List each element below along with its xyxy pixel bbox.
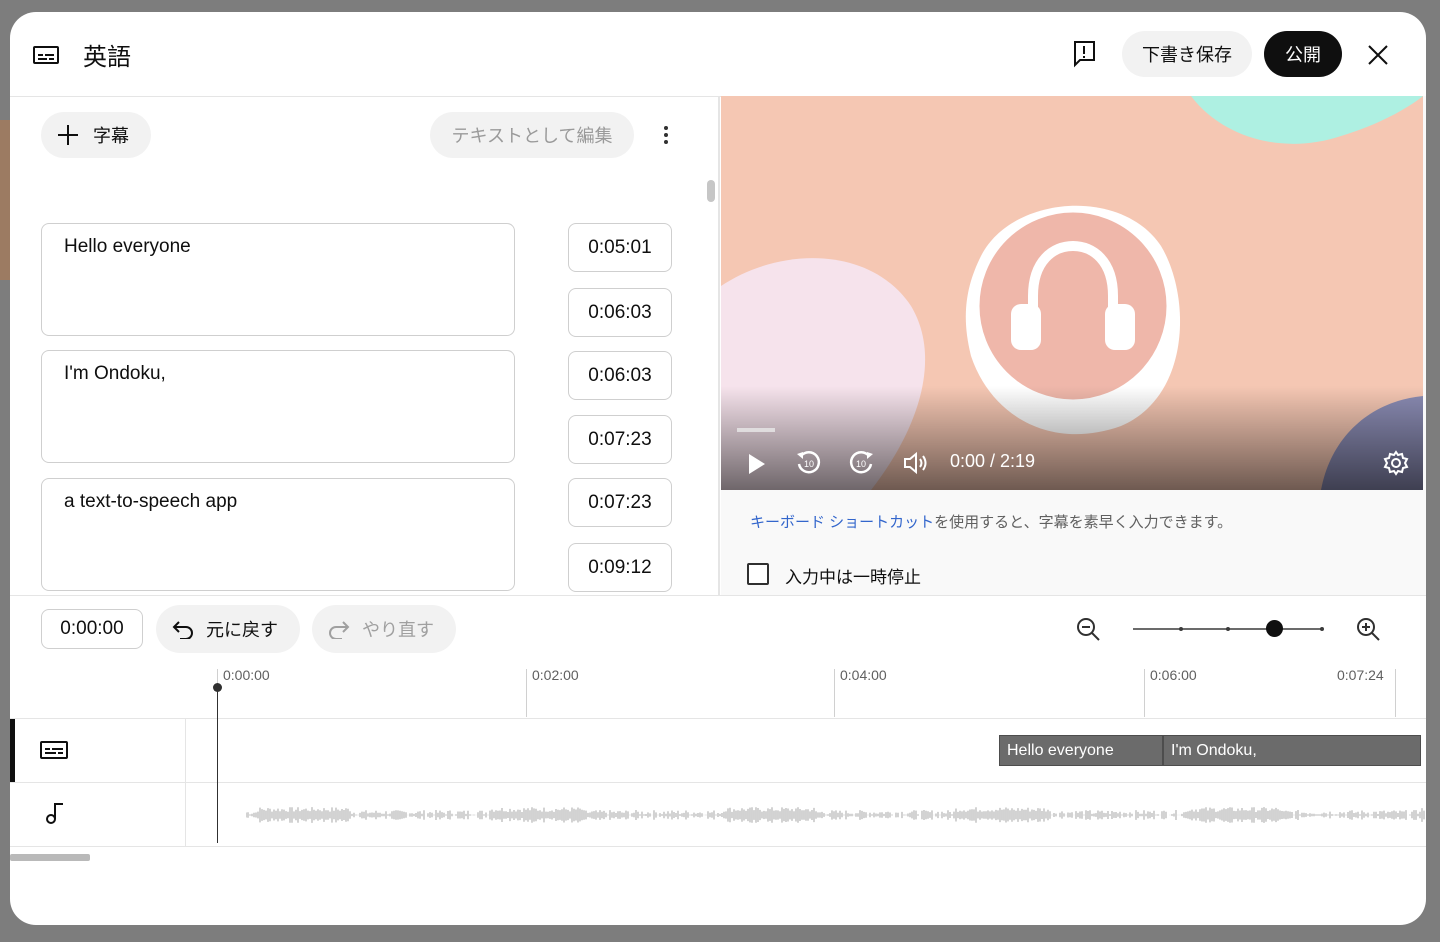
redo-button[interactable]: やり直す xyxy=(312,605,456,653)
plus-icon xyxy=(58,125,78,145)
svg-text:10: 10 xyxy=(804,459,814,469)
settings-icon[interactable] xyxy=(1383,450,1409,476)
ruler-label: 0:07:24 xyxy=(1337,667,1384,683)
caption-end-time[interactable]: 0:07:23 xyxy=(568,415,672,464)
close-icon[interactable] xyxy=(1366,43,1390,67)
ruler-tick xyxy=(526,669,527,717)
play-icon[interactable] xyxy=(747,452,767,476)
caption-text-field[interactable]: Hello everyone xyxy=(41,223,515,336)
pause-while-typing-label: 入力中は一時停止 xyxy=(785,568,921,587)
editor-scrollbar[interactable] xyxy=(707,180,715,202)
subtitles-icon xyxy=(40,741,68,759)
report-icon[interactable] xyxy=(1072,40,1096,68)
zoom-out-icon[interactable] xyxy=(1075,616,1101,642)
svg-text:10: 10 xyxy=(856,459,866,469)
hint-text: を使用すると、字幕を素早く入力できます。 xyxy=(934,514,1233,531)
track-label xyxy=(10,719,186,782)
video-player[interactable]: 10 10 0:00 / 2:19 xyxy=(721,96,1423,490)
save-draft-button[interactable]: 下書き保存 xyxy=(1122,31,1252,77)
playhead[interactable] xyxy=(217,687,218,843)
add-caption-label: 字幕 xyxy=(93,126,129,146)
zoom-slider-step xyxy=(1320,627,1324,631)
ruler-label: 0:02:00 xyxy=(532,667,579,683)
caption-text-field[interactable]: a text-to-speech app xyxy=(41,478,515,591)
dialog-header: 英語 下書き保存 公開 xyxy=(10,12,1426,97)
zoom-in-icon[interactable] xyxy=(1355,616,1381,642)
ruler-tick xyxy=(834,669,835,717)
caption-editor-panel: 字幕 テキストとして編集 Hello everyone 0:05:01 0:06… xyxy=(10,97,718,595)
caption-end-time[interactable]: 0:09:12 xyxy=(568,543,672,592)
caption-start-time[interactable]: 0:07:23 xyxy=(568,478,672,527)
panel-divider xyxy=(718,97,720,595)
undo-button[interactable]: 元に戻す xyxy=(156,605,300,653)
undo-icon xyxy=(172,621,193,639)
undo-label: 元に戻す xyxy=(206,620,278,640)
add-caption-button[interactable]: 字幕 xyxy=(41,112,151,158)
timeline-caption-block[interactable]: Hello everyone xyxy=(999,735,1163,766)
music-note-icon xyxy=(46,803,63,824)
current-time-field[interactable]: 0:00:00 xyxy=(41,609,143,649)
timeline-ruler: 0:00:00 0:02:00 0:04:00 0:06:00 0:07:24 xyxy=(10,665,1426,718)
caption-start-time[interactable]: 0:05:01 xyxy=(568,223,672,272)
subtitle-editor-dialog: 英語 下書き保存 公開 字幕 テキストとして編集 Hello everyone … xyxy=(10,12,1426,925)
pause-while-typing-checkbox[interactable] xyxy=(747,563,769,585)
zoom-slider-step xyxy=(1226,627,1230,631)
audio-track xyxy=(10,782,1426,847)
ruler-label: 0:04:00 xyxy=(840,667,887,683)
track-label xyxy=(10,783,186,846)
language-title: 英語 xyxy=(83,44,131,71)
video-controls: 10 10 0:00 / 2:19 xyxy=(721,96,1423,490)
caption-track: Hello everyone I'm Ondoku, xyxy=(10,718,1426,782)
keyboard-shortcut-hint: キーボード ショートカットを使用すると、字幕を素早く入力できます。 xyxy=(750,511,1232,532)
timeline-caption-block[interactable]: I'm Ondoku, xyxy=(1163,735,1421,766)
subtitles-icon xyxy=(33,46,59,64)
more-vert-icon[interactable] xyxy=(657,123,675,147)
ruler-label: 0:06:00 xyxy=(1150,667,1197,683)
preview-panel: 10 10 0:00 / 2:19 キーボード ショートカットを使用すると、字幕… xyxy=(721,96,1426,596)
caption-text-field[interactable]: I'm Ondoku, xyxy=(41,350,515,463)
caption-end-time[interactable]: 0:06:03 xyxy=(568,288,672,337)
video-timecode: 0:00 / 2:19 xyxy=(950,451,1036,471)
zoom-slider-knob[interactable] xyxy=(1266,620,1283,637)
forward-10-icon[interactable]: 10 xyxy=(847,448,875,476)
keyboard-shortcut-link[interactable]: キーボード ショートカット xyxy=(750,514,934,531)
ruler-tick xyxy=(1144,669,1145,717)
rewind-10-icon[interactable]: 10 xyxy=(795,448,823,476)
edit-as-text-button[interactable]: テキストとして編集 xyxy=(430,112,634,158)
ruler-label: 0:00:00 xyxy=(223,667,270,683)
timeline-scrollbar[interactable] xyxy=(10,854,90,861)
redo-label: やり直す xyxy=(362,620,434,640)
caption-start-time[interactable]: 0:06:03 xyxy=(568,351,672,400)
redo-icon xyxy=(329,621,350,639)
timeline-toolbar: 0:00:00 元に戻す やり直す xyxy=(10,595,1426,666)
audio-waveform xyxy=(246,807,1425,823)
volume-icon[interactable] xyxy=(903,451,931,475)
publish-button[interactable]: 公開 xyxy=(1264,31,1342,77)
zoom-slider-step xyxy=(1179,627,1183,631)
ruler-tick xyxy=(1395,669,1396,717)
